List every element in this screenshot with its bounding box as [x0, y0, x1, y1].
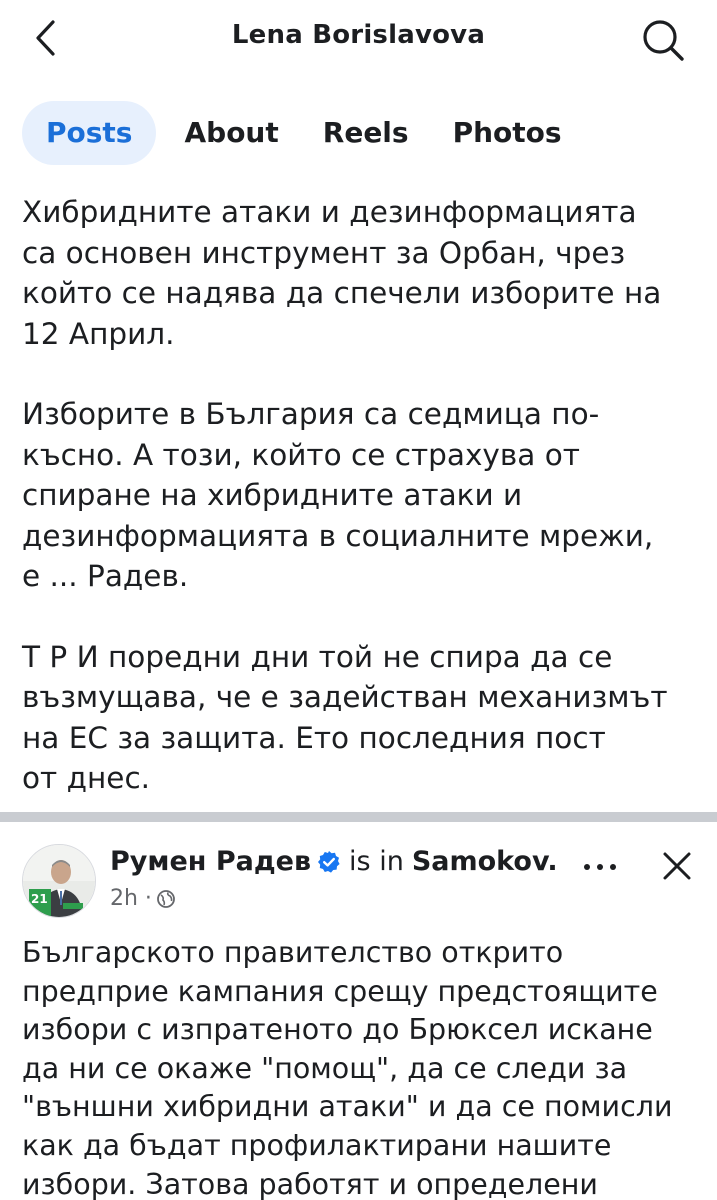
post-body: Хибридните атаки и дезинформацията са ос… [22, 192, 712, 839]
tab-photos[interactable]: Photos [439, 101, 576, 165]
close-button[interactable] [655, 844, 699, 888]
post-meta: 2h · [110, 886, 176, 911]
author-line: Румен Радев is in Samokov. [110, 846, 558, 877]
more-dots-icon [584, 864, 616, 870]
shared-post-text: Българското правителство открито предпри… [22, 936, 673, 1200]
author-photo: 21 [23, 845, 95, 917]
top-bar: Lena Borislavova [0, 0, 717, 80]
post-paragraph: Изборите в България са седмица по- късно… [22, 397, 654, 593]
check-in-text: is in [349, 846, 404, 877]
tab-about[interactable]: About [170, 101, 292, 165]
section-divider [0, 812, 717, 822]
avatar[interactable]: 21 [22, 844, 96, 918]
close-icon [663, 852, 691, 880]
profile-tabs: Posts About Reels Photos [22, 100, 592, 166]
author-name[interactable]: Румен Радев [110, 846, 311, 877]
tab-reels[interactable]: Reels [309, 101, 423, 165]
verified-badge-icon [318, 850, 340, 873]
more-options-button[interactable] [578, 852, 622, 882]
tab-posts[interactable]: Posts [22, 101, 157, 165]
page-title: Lena Borislavova [231, 20, 486, 50]
post-time[interactable]: 2h · [110, 886, 152, 911]
search-button[interactable] [638, 15, 688, 65]
shared-post-card: 21 Румен Радев is in Samokov. 2h · Бълга… [0, 822, 717, 1200]
globe-icon [157, 889, 175, 908]
profile-page: Lena Borislavova Posts About Reels Photo… [0, 0, 717, 1200]
post-paragraph: Т Р И поредни дни той не спира да се въз… [22, 639, 668, 796]
search-icon [643, 20, 684, 61]
avatar-badge-number: 21 [31, 892, 48, 906]
post-paragraph: Хибридните атаки и дезинформацията са ос… [22, 195, 662, 351]
check-in-location[interactable]: Samokov. [412, 846, 558, 877]
